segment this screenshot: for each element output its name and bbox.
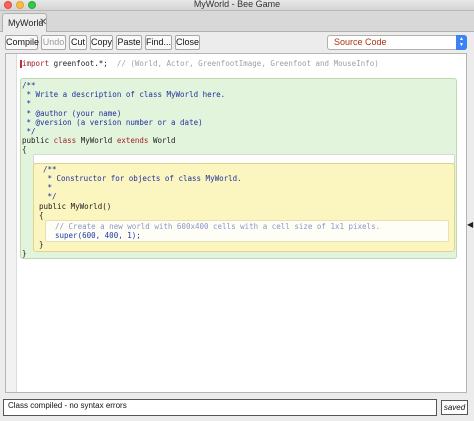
tab-close-icon[interactable]: ✕ (39, 17, 47, 28)
import-comment: // (World, Actor, GreenfootImage, Greenf… (107, 59, 379, 68)
ctor-doc-2: * Constructor for objects of class MyWor… (43, 174, 242, 183)
class-doc-1: /** (22, 81, 36, 90)
select-arrows-icon: ▲ ▼ (456, 35, 467, 50)
class-keyword: class (53, 136, 81, 145)
status-bar: Class compiled - no syntax errors saved (0, 396, 474, 421)
copy-button[interactable]: Copy (90, 35, 113, 50)
editor-gutter (6, 54, 17, 392)
status-message: Class compiled - no syntax errors (3, 399, 437, 416)
cut-button[interactable]: Cut (69, 35, 87, 50)
import-statement: greenfoot.*; (49, 59, 108, 68)
class-declaration: public class MyWorld extends World (22, 136, 176, 145)
compile-button[interactable]: Compile (5, 35, 39, 50)
tab-myworld[interactable]: MyWorld ✕ (2, 13, 47, 32)
public-keyword: public (22, 136, 54, 145)
undo-button[interactable]: Undo (41, 35, 66, 50)
saved-indicator: saved (441, 400, 468, 415)
collapse-arrow-icon[interactable]: ◀ (467, 220, 473, 229)
class-close-brace: } (22, 249, 27, 258)
view-mode-select[interactable]: Source Code ▲ ▼ (327, 35, 467, 50)
class-doc-6: */ (22, 127, 36, 136)
window-title: MyWorld - Bee Game (193, 0, 281, 9)
class-doc-2: * Write a description of class MyWorld h… (22, 90, 226, 99)
class-name: MyWorld (80, 136, 117, 145)
source-editor[interactable]: import greenfoot.*; // (World, Actor, Gr… (5, 53, 467, 393)
close-button[interactable]: Close (175, 35, 200, 50)
extends-keyword: extends (116, 136, 153, 145)
view-mode-value: Source Code (334, 37, 387, 47)
class-doc-4: * @author (your name) (22, 109, 122, 118)
constructor-signature: public MyWorld() (39, 202, 112, 211)
paste-button[interactable]: Paste (116, 35, 142, 50)
ctor-close-brace: } (39, 240, 44, 249)
class-open-brace: { (22, 145, 27, 154)
ctor-doc-1: /** (43, 165, 57, 174)
tab-bar: MyWorld ✕ (0, 11, 474, 32)
ctor-doc-3: * (43, 183, 57, 192)
title-bar: MyWorld - Bee Game (0, 0, 474, 11)
editor-toolbar: Compile Undo Cut Copy Paste Find... Clos… (0, 33, 474, 53)
import-keyword: import (22, 59, 50, 68)
class-doc-5: * @version (a version number or a date) (22, 118, 203, 127)
import-line: import greenfoot.*; // (World, Actor, Gr… (22, 59, 379, 68)
find-button[interactable]: Find... (145, 35, 172, 50)
superclass-name: World (152, 136, 176, 145)
ctor-doc-4: */ (43, 192, 57, 201)
body-comment: // Create a new world with 600x400 cells… (55, 222, 381, 231)
class-doc-3: * (22, 99, 36, 108)
ctor-open-brace: { (39, 211, 44, 220)
super-call: super(600, 400, 1); (55, 231, 141, 240)
